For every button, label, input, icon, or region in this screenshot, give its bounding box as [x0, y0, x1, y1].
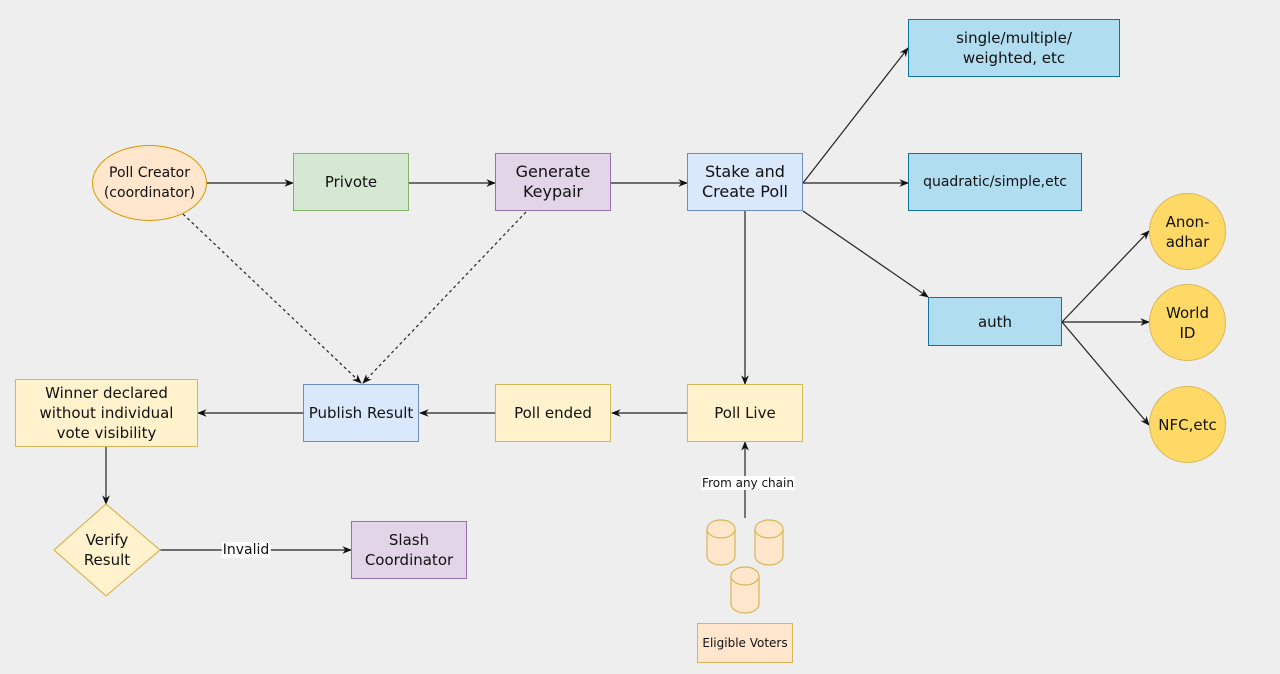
- edge-auth-to-anon: [1061, 230, 1150, 323]
- node-verify-result[interactable]: Verify Result: [54, 520, 160, 580]
- node-verify-result-label: Verify Result: [83, 531, 131, 569]
- node-generate-keypair[interactable]: Generate Keypair: [495, 153, 611, 211]
- edge-keypair-to-publish-dotted: [362, 211, 527, 384]
- node-slash-coordinator[interactable]: Slash Coordinator: [351, 521, 467, 579]
- node-poll-ended[interactable]: Poll ended: [495, 384, 611, 442]
- node-generate-keypair-label: Generate Keypair: [515, 162, 591, 201]
- node-world-id-label: World ID: [1166, 303, 1209, 342]
- node-publish-result[interactable]: Publish Result: [303, 384, 419, 442]
- voter-cylinder-icon: [730, 566, 760, 614]
- node-eligible-voters-label: Eligible Voters: [702, 636, 788, 650]
- node-winner-declared[interactable]: Winner declared without individual vote …: [15, 379, 198, 447]
- node-publish-result-label: Publish Result: [308, 404, 414, 422]
- node-privote[interactable]: Privote: [293, 153, 409, 211]
- node-poll-creator-label: Poll Creator (coordinator): [103, 165, 196, 201]
- node-eligible-voters[interactable]: Eligible Voters: [697, 623, 793, 663]
- edge-auth-to-nfc: [1061, 321, 1150, 426]
- edge-stake-to-auth: [802, 210, 929, 298]
- node-poll-creator[interactable]: Poll Creator (coordinator): [92, 145, 207, 221]
- node-anon-adhar[interactable]: Anon- adhar: [1149, 193, 1226, 270]
- node-single-multiple[interactable]: single/multiple/ weighted, etc: [908, 19, 1120, 77]
- node-privote-label: Privote: [324, 173, 378, 191]
- voter-cylinder-icon: [754, 519, 784, 566]
- node-quadratic-simple[interactable]: quadratic/simple,etc: [908, 153, 1082, 211]
- voter-cylinder-icon: [706, 519, 736, 566]
- edge-label-from-any-chain: From any chain: [701, 476, 795, 490]
- node-slash-coordinator-label: Slash Coordinator: [364, 531, 454, 569]
- node-anon-adhar-label: Anon- adhar: [1165, 212, 1210, 251]
- node-winner-declared-label: Winner declared without individual vote …: [39, 384, 174, 442]
- node-poll-ended-label: Poll ended: [514, 404, 592, 422]
- edge-stake-to-single: [802, 47, 909, 184]
- node-auth-label: auth: [977, 312, 1013, 331]
- node-world-id[interactable]: World ID: [1149, 284, 1226, 361]
- edge-label-invalid: Invalid: [221, 542, 271, 558]
- node-stake-create-poll-label: Stake and Create Poll: [701, 162, 788, 201]
- node-single-multiple-label: single/multiple/ weighted, etc: [956, 29, 1072, 67]
- diagram-edges: [53, 47, 1150, 614]
- node-auth[interactable]: auth: [928, 297, 1062, 346]
- edge-creator-to-publish-dotted: [182, 213, 362, 384]
- node-quadratic-simple-label: quadratic/simple,etc: [923, 174, 1067, 190]
- node-nfc-etc[interactable]: NFC,etc: [1149, 386, 1226, 463]
- node-poll-live[interactable]: Poll Live: [687, 384, 803, 442]
- node-poll-live-label: Poll Live: [714, 404, 776, 422]
- node-nfc-etc-label: NFC,etc: [1158, 415, 1217, 434]
- node-stake-create-poll[interactable]: Stake and Create Poll: [687, 153, 803, 211]
